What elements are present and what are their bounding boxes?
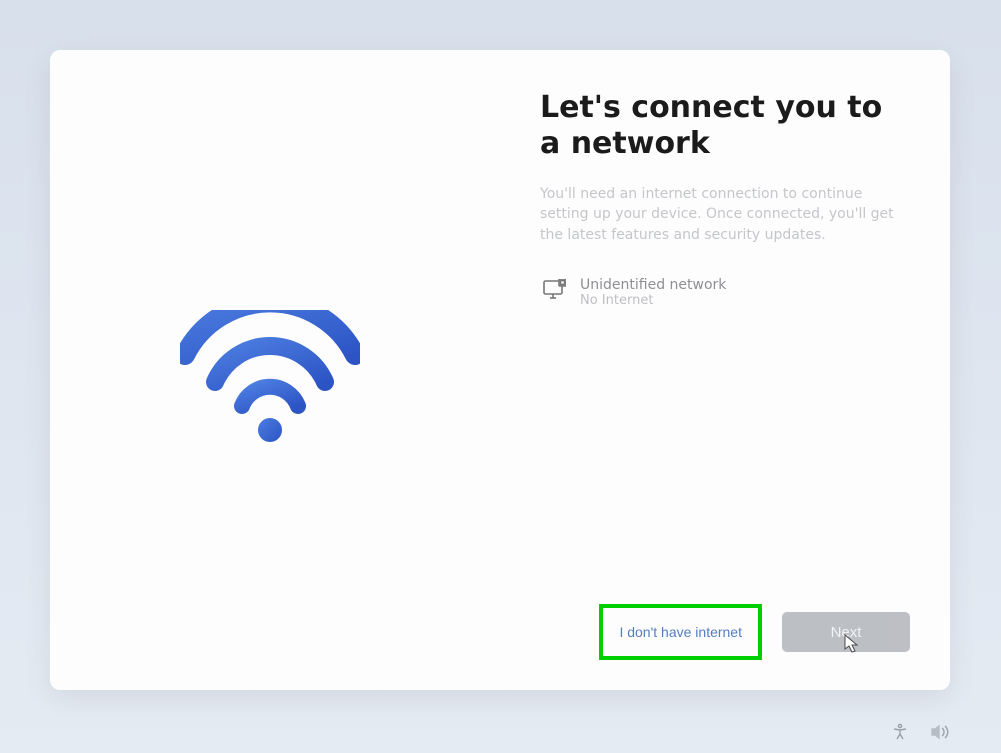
page-title: Let's connect you to a network — [540, 90, 910, 162]
network-item-text: Unidentified network No Internet — [580, 277, 726, 308]
page-subtitle: You'll need an internet connection to co… — [540, 184, 910, 245]
volume-icon[interactable] — [931, 724, 951, 740]
network-item-unidentified[interactable]: Unidentified network No Internet — [540, 273, 910, 312]
footer-actions: I don't have internet Next — [599, 604, 910, 660]
illustration-pane — [50, 50, 500, 690]
no-internet-button[interactable]: I don't have internet — [605, 614, 756, 650]
system-tray — [891, 723, 951, 741]
ethernet-monitor-icon — [542, 279, 566, 305]
accessibility-icon[interactable] — [891, 723, 909, 741]
network-name: Unidentified network — [580, 277, 726, 293]
wifi-icon — [180, 310, 360, 454]
network-status: No Internet — [580, 293, 726, 308]
next-button[interactable]: Next — [782, 612, 910, 652]
oobe-network-card: Let's connect you to a network You'll ne… — [50, 50, 950, 690]
highlight-box: I don't have internet — [599, 604, 762, 660]
content-pane: Let's connect you to a network You'll ne… — [500, 50, 950, 690]
